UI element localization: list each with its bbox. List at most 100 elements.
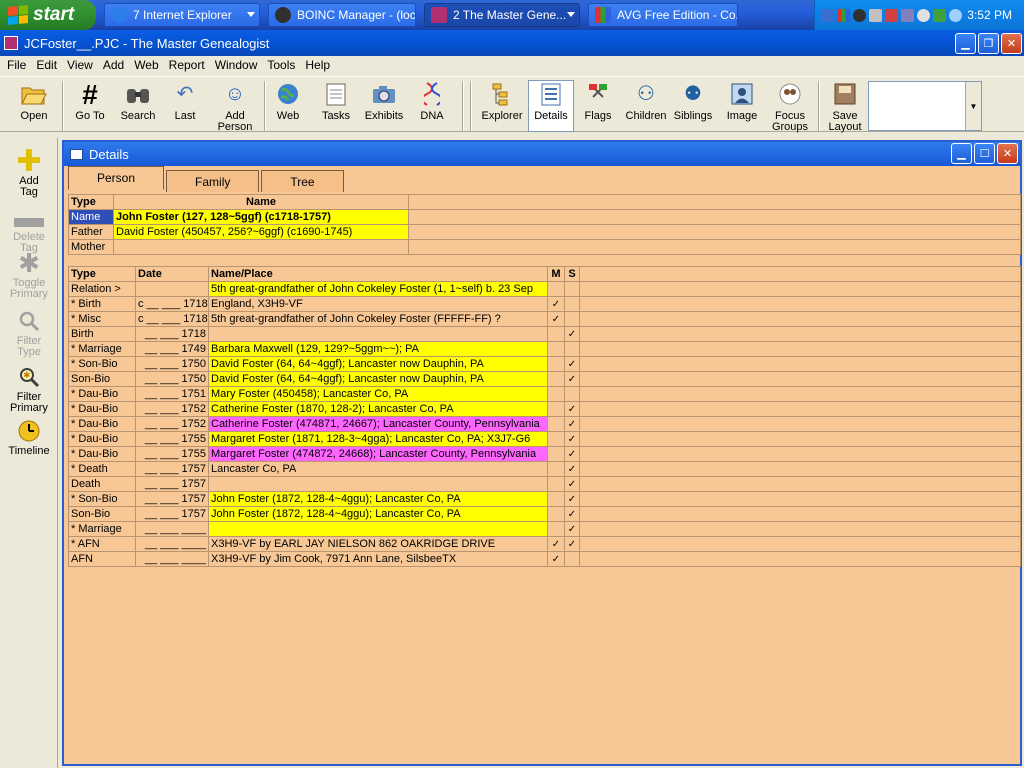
menu-help[interactable]: Help: [300, 58, 335, 72]
event-s-cell[interactable]: ✓: [564, 326, 580, 342]
event-date-cell[interactable]: __ ___ ____: [135, 521, 209, 537]
menu-edit[interactable]: Edit: [31, 58, 62, 72]
event-s-cell[interactable]: ✓: [564, 521, 580, 537]
menu-add[interactable]: Add: [98, 58, 129, 72]
minimize-button[interactable]: ▁: [955, 33, 976, 54]
event-place-cell[interactable]: Lancaster Co, PA: [208, 461, 548, 477]
timeline-button[interactable]: Timeline: [0, 418, 58, 457]
event-type-cell[interactable]: Son-Bio: [68, 371, 136, 387]
event-type-cell[interactable]: * AFN: [68, 536, 136, 552]
event-s-cell[interactable]: ✓: [564, 446, 580, 462]
tray-boinc-icon[interactable]: [853, 8, 866, 22]
event-m-cell[interactable]: [547, 281, 565, 297]
event-m-cell[interactable]: [547, 401, 565, 417]
event-m-cell[interactable]: [547, 431, 565, 447]
event-type-cell[interactable]: * Misc: [68, 311, 136, 327]
event-m-cell[interactable]: [547, 461, 565, 477]
event-s-cell[interactable]: ✓: [564, 476, 580, 492]
dna-button[interactable]: DNA: [414, 81, 450, 133]
event-type-cell[interactable]: * Son-Bio: [68, 356, 136, 372]
event-type-cell[interactable]: Son-Bio: [68, 506, 136, 522]
event-place-cell[interactable]: Margaret Foster (1871, 128-3~4gga); Lanc…: [208, 431, 548, 447]
event-place-cell[interactable]: David Foster (64, 64~4ggf); Lancaster no…: [208, 356, 548, 372]
event-row[interactable]: * Son-Bio __ ___ 1757 John Foster (1872, 1…: [68, 491, 1021, 507]
names-row-mother[interactable]: Mother: [68, 239, 1021, 255]
taskbar-task-internet-explorer[interactable]: 7 Internet Explorer: [104, 3, 260, 27]
event-place-cell[interactable]: 5th great-grandfather of John Cokeley Fo…: [208, 311, 548, 327]
delete-tag-button[interactable]: ▬ Delete Tag: [0, 202, 58, 254]
event-s-cell[interactable]: ✓: [564, 371, 580, 387]
event-place-cell[interactable]: Catherine Foster (1870, 128-2); Lancaste…: [208, 401, 548, 417]
focus-groups-button[interactable]: Focus Groups: [768, 81, 812, 133]
explorer-button[interactable]: Explorer: [480, 81, 524, 133]
event-row[interactable]: Death __ ___ 1757 ✓: [68, 476, 1021, 492]
event-type-cell[interactable]: * Dau-Bio: [68, 386, 136, 402]
last-button[interactable]: ↶ Last: [166, 81, 204, 133]
event-date-cell[interactable]: __ ___ 1757: [135, 506, 209, 522]
event-row[interactable]: * Marriage __ ___ 1749 Barbara Maxwell (12…: [68, 341, 1021, 357]
taskbar-task-master-genealogist[interactable]: 2 The Master Gene...: [424, 3, 580, 27]
tasks-button[interactable]: Tasks: [316, 81, 356, 133]
image-button[interactable]: Image: [722, 81, 762, 133]
event-type-cell[interactable]: * Son-Bio: [68, 491, 136, 507]
event-m-cell[interactable]: ✓: [547, 536, 565, 552]
event-m-cell[interactable]: [547, 341, 565, 357]
tray-avg-icon[interactable]: [837, 8, 850, 22]
tab-tree[interactable]: Tree: [261, 170, 344, 192]
event-m-cell[interactable]: [547, 521, 565, 537]
event-s-cell[interactable]: ✓: [564, 356, 580, 372]
menu-report[interactable]: Report: [164, 58, 210, 72]
event-s-cell[interactable]: ✓: [564, 416, 580, 432]
event-s-cell[interactable]: [564, 386, 580, 402]
events-col-type[interactable]: Type: [68, 266, 136, 282]
event-row[interactable]: * Dau-Bio __ ___ 1755 Margaret Foster (187…: [68, 431, 1021, 447]
event-place-cell[interactable]: [208, 521, 548, 537]
event-type-cell[interactable]: * Marriage: [68, 341, 136, 357]
event-m-cell[interactable]: [547, 491, 565, 507]
menu-file[interactable]: File: [2, 58, 31, 72]
menu-tools[interactable]: Tools: [262, 58, 300, 72]
event-type-cell[interactable]: Death: [68, 476, 136, 492]
event-date-cell[interactable]: c __ ___ 1718: [135, 311, 209, 327]
menu-window[interactable]: Window: [210, 58, 263, 72]
event-row[interactable]: AFN __ ___ ____ X3H9-VF by Jim Cook, 7971 …: [68, 551, 1021, 567]
event-s-cell[interactable]: ✓: [564, 461, 580, 477]
event-place-cell[interactable]: 5th great-grandfather of John Cokeley Fo…: [208, 281, 548, 297]
names-type-cell[interactable]: Mother: [68, 239, 114, 255]
event-row[interactable]: * Death __ ___ 1757 Lancaster Co, PA ✓: [68, 461, 1021, 477]
event-date-cell[interactable]: __ ___ 1757: [135, 491, 209, 507]
event-type-cell[interactable]: * Dau-Bio: [68, 431, 136, 447]
tray-network-icon[interactable]: [821, 8, 834, 22]
event-m-cell[interactable]: [547, 446, 565, 462]
menu-web[interactable]: Web: [129, 58, 163, 72]
event-m-cell[interactable]: [547, 476, 565, 492]
event-s-cell[interactable]: ✓: [564, 401, 580, 417]
flags-button[interactable]: Flags: [580, 81, 616, 133]
open-button[interactable]: Open: [12, 81, 56, 133]
filter-type-button[interactable]: Filter Type: [0, 308, 58, 358]
tray-search-icon[interactable]: [949, 8, 962, 22]
event-date-cell[interactable]: __ ___ 1718: [135, 326, 209, 342]
event-type-cell[interactable]: * Dau-Bio: [68, 446, 136, 462]
event-date-cell[interactable]: c __ ___ 1718: [135, 296, 209, 312]
event-s-cell[interactable]: ✓: [564, 431, 580, 447]
event-row[interactable]: Son-Bio __ ___ 1757 John Foster (1872, 128…: [68, 506, 1021, 522]
names-col-type[interactable]: Type: [68, 194, 114, 210]
event-s-cell[interactable]: ✓: [564, 491, 580, 507]
taskbar-task-boinc[interactable]: BOINC Manager - (loc...: [268, 3, 416, 27]
events-col-date[interactable]: Date: [135, 266, 209, 282]
event-row[interactable]: * Birth c __ ___ 1718 England, X3H9-VF ✓: [68, 296, 1021, 312]
event-date-cell[interactable]: __ ___ 1749: [135, 341, 209, 357]
event-m-cell[interactable]: [547, 506, 565, 522]
event-s-cell[interactable]: [564, 281, 580, 297]
event-row[interactable]: * AFN __ ___ ____ X3H9-VF by EARL JAY NIEL…: [68, 536, 1021, 552]
event-m-cell[interactable]: [547, 356, 565, 372]
event-date-cell[interactable]: __ ___ 1751: [135, 386, 209, 402]
tray-update-icon[interactable]: [933, 8, 946, 22]
event-place-cell[interactable]: Catherine Foster (474871, 24667); Lancas…: [208, 416, 548, 432]
names-value-cell[interactable]: [113, 239, 409, 255]
event-row[interactable]: Relation > 5th great-grandfather of John …: [68, 281, 1021, 297]
toggle-primary-button[interactable]: ✱ Toggle Primary: [0, 250, 58, 300]
event-place-cell[interactable]: Margaret Foster (474872, 24668); Lancast…: [208, 446, 548, 462]
layout-combobox[interactable]: ▼: [868, 81, 982, 131]
